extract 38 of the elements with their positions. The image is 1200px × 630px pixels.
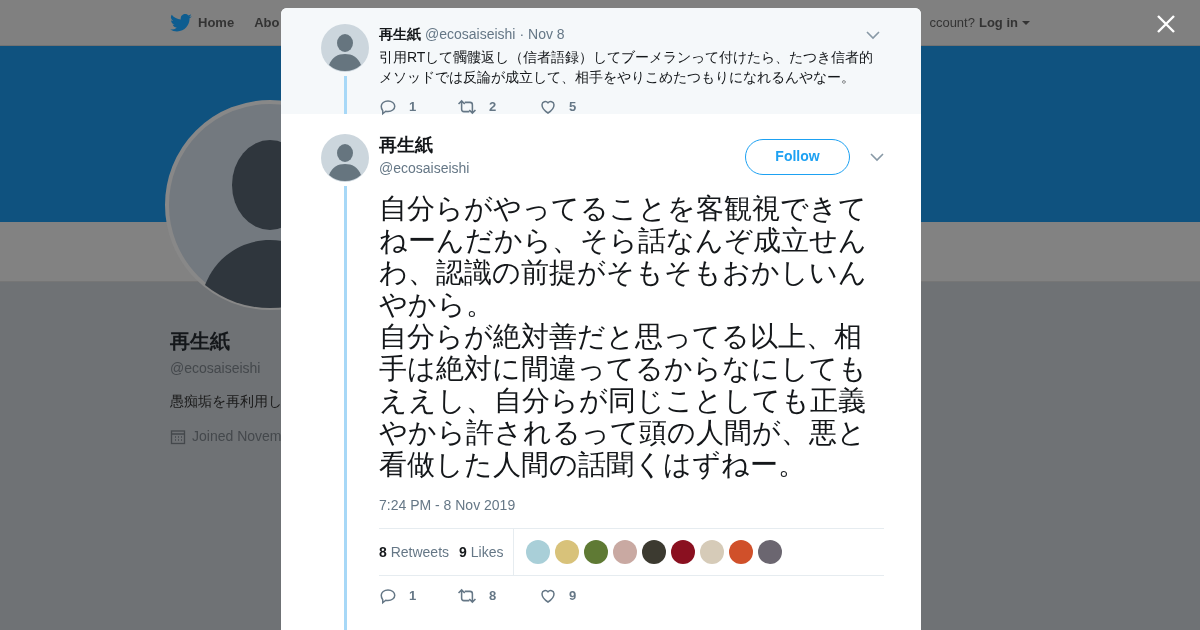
- author-name[interactable]: 再生紙: [379, 24, 421, 45]
- retweet-icon[interactable]: [457, 97, 477, 116]
- tweet-time[interactable]: · Nov 8: [519, 24, 565, 45]
- author-handle: @ecosaiseishi: [425, 25, 516, 44]
- avatar-icon[interactable]: [321, 134, 369, 182]
- liker-avatar[interactable]: [642, 540, 667, 564]
- account-prompt: ccount?: [929, 13, 975, 32]
- liker-avatar[interactable]: [584, 540, 609, 564]
- tweet-text: 自分らが絶対善だと思ってる以上、相手は絶対に間違ってるからなにしてもええし、自分らが同じことしても正義やから許されるって頭の人間が、悪と看做した人間の話聞くはずねー。: [379, 321, 868, 481]
- reply-icon[interactable]: [379, 586, 397, 605]
- retweet-stats[interactable]: 8 Retweets: [379, 541, 450, 563]
- caret-icon[interactable]: [866, 29, 880, 40]
- tweet-timestamp: 7:24 PM - 8 Nov 2019: [379, 496, 517, 515]
- liker-avatar[interactable]: [671, 540, 696, 564]
- reply-count: 1: [409, 98, 417, 116]
- caret-icon[interactable]: [870, 151, 884, 162]
- like-count: 9: [569, 587, 577, 605]
- retweet-icon[interactable]: [457, 586, 477, 605]
- profile-name: 再生紙: [170, 329, 230, 354]
- profile-bio: 愚痴垢を再利用し: [170, 392, 282, 411]
- like-count: 5: [569, 98, 577, 116]
- tweet-text: 引用RTして髑髏返し（信者語録）してブーメランって付けたら、たつき信者的メソッドでは反論が成立して、相手をやりこめたつもりになれるんやなー。: [379, 48, 875, 87]
- nav-link[interactable]: Abo: [254, 12, 280, 33]
- calendar-icon: [170, 428, 186, 445]
- author-name[interactable]: 再生紙: [379, 134, 470, 156]
- login-button[interactable]: Log in: [978, 12, 1030, 33]
- thread-line: [343, 76, 347, 114]
- avatar-icon[interactable]: [321, 24, 369, 72]
- reply-icon[interactable]: [379, 97, 397, 116]
- liker-avatar[interactable]: [758, 540, 783, 564]
- like-stats[interactable]: 9 Likes: [459, 541, 504, 563]
- tweet-text: 自分らがやってることを客観視できてねーんだから、そら話なんぞ成立せんわ、認識の前提がそもそもおかしいんやから。: [379, 193, 868, 321]
- nav-link[interactable]: Home: [198, 12, 235, 33]
- close-icon[interactable]: [1156, 14, 1176, 34]
- author-handle: @ecosaiseishi: [379, 159, 470, 178]
- retweet-count: 2: [489, 98, 497, 116]
- retweet-count: 8: [489, 587, 497, 605]
- reply-count: 1: [409, 587, 417, 605]
